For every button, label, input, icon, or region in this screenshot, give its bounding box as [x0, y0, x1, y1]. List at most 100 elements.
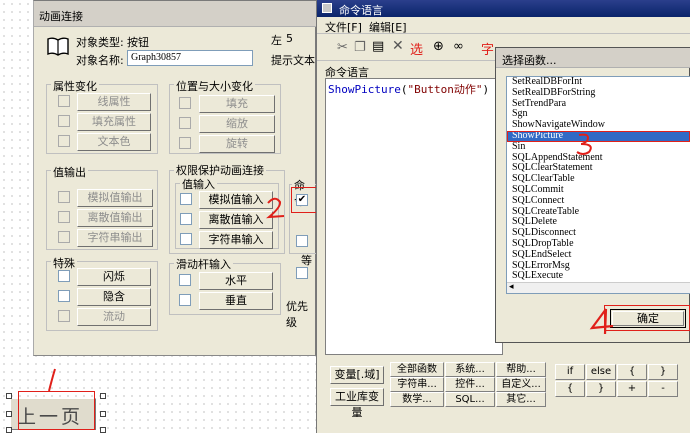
function-list-item[interactable]: SetRealDBForString [507, 87, 690, 99]
function-list-item[interactable]: SetTrendPara [507, 98, 690, 110]
delete-icon[interactable]: ✕ [392, 38, 404, 54]
selection-handle [100, 393, 106, 399]
industrial-library-button[interactable]: 工业库变量 [330, 388, 384, 419]
select-icon[interactable]: 选 [410, 39, 423, 58]
function-list[interactable]: SetRealDBForInt SetRealDBForString SetTren… [506, 76, 690, 294]
special-group-label: 特殊 [51, 255, 77, 271]
variable-button-label: 变量[.域] [334, 368, 380, 381]
slider-input-group-label: 滑动杆输入 [174, 256, 233, 272]
fill-checkbox [179, 97, 191, 109]
code-line: ShowPicture("Button动作") [328, 81, 489, 97]
discrete-input-button[interactable]: 离散值输入 [199, 211, 273, 229]
horizontal-scrollbar[interactable]: ◂ [507, 282, 690, 293]
string-output-checkbox [58, 231, 70, 243]
equal-checkbox[interactable] [296, 267, 308, 279]
hide-checkbox[interactable] [58, 290, 70, 302]
annotation-1 [48, 368, 56, 392]
string-output-button: 字符串输出 [77, 229, 153, 247]
text-color-checkbox [58, 135, 70, 147]
app-icon [322, 3, 332, 13]
object-name-field[interactable]: Graph30857 [127, 50, 253, 66]
annotation-4 [589, 308, 614, 335]
font-icon[interactable]: 字 [481, 39, 494, 58]
function-chooser-titlebar[interactable]: 选择函数... [496, 48, 690, 68]
op-minus-button[interactable]: - [648, 381, 678, 397]
command-second-checkbox[interactable] [296, 235, 308, 247]
priority-partial-label: 优先级 [286, 300, 308, 329]
horizontal-slider-checkbox[interactable] [179, 274, 191, 286]
object-name-value: Graph30857 [131, 52, 181, 63]
annotation-2 [265, 197, 285, 219]
position-size-group-label: 位置与大小变化 [174, 78, 255, 94]
command-language-title: 命令语言 [339, 4, 383, 17]
string-functions-button[interactable]: 字符串... [390, 377, 444, 392]
flow-button: 流动 [77, 308, 151, 326]
analog-output-checkbox [58, 191, 70, 203]
fill-attr-checkbox [58, 115, 70, 127]
binoculars-icon[interactable]: ∞ [453, 39, 464, 54]
command-language-titlebar[interactable]: 命令语言 [317, 0, 690, 17]
scale-checkbox [179, 117, 191, 129]
flash-checkbox[interactable] [58, 270, 70, 282]
paste-icon[interactable]: ▤ [372, 39, 384, 54]
discrete-input-checkbox[interactable] [180, 213, 192, 225]
rotate-button: 旋转 [199, 135, 275, 153]
attribute-change-group-label: 属性变化 [51, 78, 99, 94]
op-open-brace-button-2[interactable]: { [555, 381, 585, 397]
other-functions-button[interactable]: 其它... [496, 392, 546, 407]
op-if-button[interactable]: if [555, 364, 585, 380]
rotate-checkbox [179, 137, 191, 149]
vertical-slider-checkbox[interactable] [179, 294, 191, 306]
sql-functions-button[interactable]: SQL... [445, 392, 495, 407]
copy-icon[interactable]: ❐ [354, 40, 366, 55]
vertical-slider-button[interactable]: 垂直 [199, 292, 273, 310]
menu-file[interactable]: 文件[F] [325, 19, 362, 35]
object-type-value: 按钮 [127, 36, 149, 49]
scroll-left-icon[interactable]: ◂ [509, 282, 514, 292]
value-output-group-label: 值输出 [51, 164, 88, 180]
op-else-button[interactable]: else [586, 364, 616, 380]
help-button[interactable]: 帮助... [496, 362, 546, 377]
op-plus-button[interactable]: + [617, 381, 647, 397]
string-input-button[interactable]: 字符串输入 [199, 231, 273, 249]
code-editor[interactable]: ShowPicture("Button动作") [325, 78, 503, 355]
function-list-item[interactable]: SQLExecute [507, 271, 690, 282]
menu-bar: 文件[F] 编辑[E] [317, 17, 690, 34]
hint-text-label: 提示文本 [271, 54, 315, 67]
cut-icon[interactable]: ✂ [337, 40, 348, 55]
text-color-button: 文本色 [77, 133, 151, 151]
analog-output-button: 模拟值输出 [77, 189, 153, 207]
fill-attr-button: 填充属性 [77, 113, 151, 131]
menu-edit[interactable]: 编辑[E] [369, 19, 407, 35]
animation-link-titlebar[interactable]: 动画连接 [34, 1, 316, 27]
op-close-brace-button-2[interactable]: } [586, 381, 616, 397]
flow-checkbox [58, 310, 70, 322]
selection-handle [6, 427, 12, 433]
analog-input-checkbox[interactable] [180, 193, 192, 205]
string-input-checkbox[interactable] [180, 233, 192, 245]
selection-handle [6, 411, 12, 417]
value-input-group-label: 值输入 [180, 176, 217, 192]
animation-link-title: 动画连接 [39, 10, 83, 23]
analog-input-button[interactable]: 模拟值输入 [199, 191, 273, 209]
math-functions-button[interactable]: 数学... [390, 392, 444, 407]
function-list-item[interactable]: SQLConnect [507, 195, 690, 207]
flash-button[interactable]: 闪烁 [77, 268, 151, 286]
book-icon [47, 37, 69, 56]
variable-button[interactable]: 变量[.域] [330, 366, 384, 384]
line-attr-checkbox [58, 95, 70, 107]
function-list-item[interactable]: SQLEndSelect [507, 249, 690, 261]
custom-functions-button[interactable]: 自定义... [496, 377, 546, 392]
function-chooser-title: 选择函数... [502, 54, 557, 67]
horizontal-slider-button[interactable]: 水平 [199, 272, 273, 290]
scale-button: 缩放 [199, 115, 275, 133]
system-functions-button[interactable]: 系统... [445, 362, 495, 377]
function-chooser-dialog: 选择函数... SetRealDBForInt SetRealDBForStrin… [495, 47, 690, 343]
find-icon[interactable]: ⊕ [433, 39, 444, 54]
left-label: 左 [271, 34, 282, 47]
hide-button[interactable]: 隐含 [77, 288, 151, 306]
op-close-brace-button[interactable]: } [648, 364, 678, 380]
all-functions-button[interactable]: 全部函数 [390, 362, 444, 377]
control-functions-button[interactable]: 控件... [445, 377, 495, 392]
op-open-brace-button[interactable]: { [617, 364, 647, 380]
